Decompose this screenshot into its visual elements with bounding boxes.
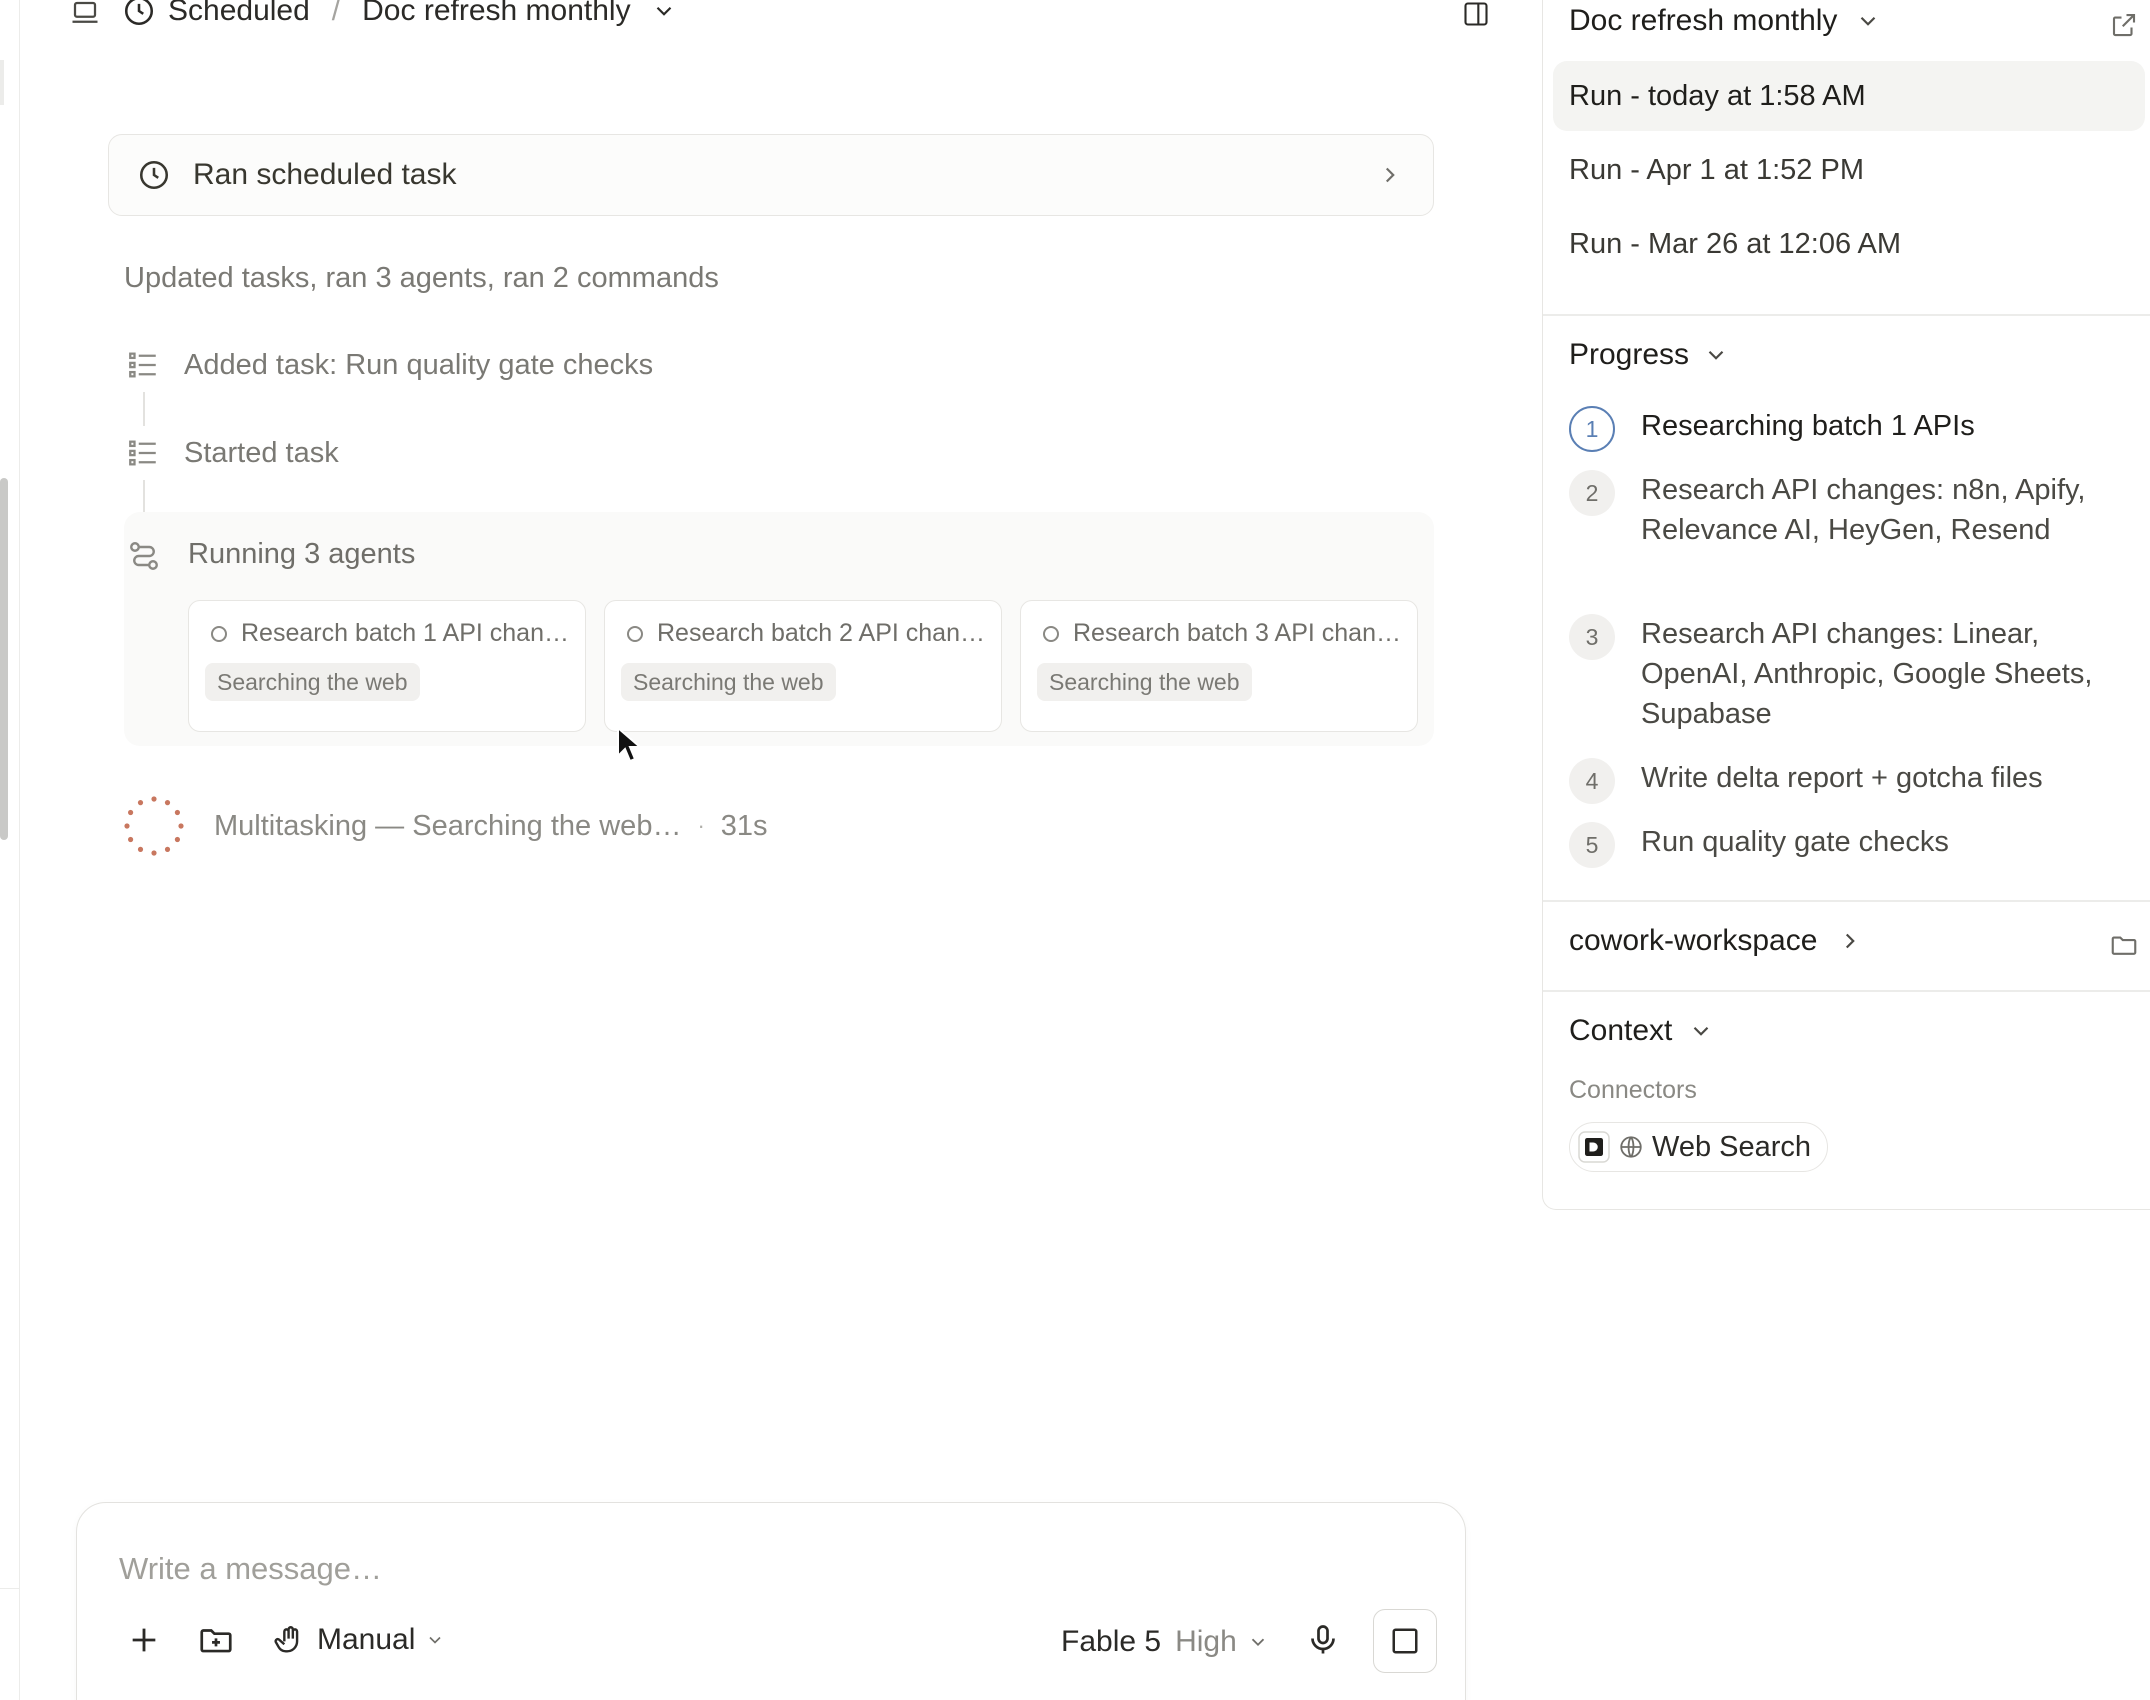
agent-title: Research batch 3 API changes — [1073, 619, 1403, 647]
folder-icon[interactable] — [2109, 930, 2139, 960]
status-circle-icon — [211, 626, 227, 642]
clock-icon — [122, 0, 156, 28]
chevron-down-icon — [1247, 1631, 1269, 1653]
ran-scheduled-task-card[interactable]: Ran scheduled task — [108, 134, 1434, 216]
model-name: Fable 5 — [1061, 1625, 1162, 1658]
conversation-area: Scheduled / Doc refresh monthly Ran sche… — [0, 0, 1520, 1700]
agents-title: Running 3 agents — [188, 538, 416, 570]
connector-web-search[interactable]: Web Search — [1569, 1122, 1829, 1172]
breadcrumb-scheduled[interactable]: Scheduled — [168, 0, 310, 28]
status-circle-icon — [627, 626, 643, 642]
task-side-panel: Doc refresh monthly Run - today at 1:58 … — [1542, 0, 2150, 1210]
divider — [1543, 900, 2150, 902]
step-text: Research API changes: n8n, Apify, Releva… — [1641, 474, 2086, 546]
status-circle-icon — [1043, 626, 1059, 642]
message-input[interactable]: Write a message… — [119, 1551, 382, 1587]
connector-name: Web Search — [1652, 1130, 1812, 1163]
panel-toggle-icon[interactable] — [1462, 0, 1490, 28]
microphone-icon[interactable] — [1305, 1621, 1341, 1659]
chevron-down-icon — [1855, 8, 1881, 34]
progress-title: Progress — [1569, 338, 1690, 371]
connector-app-icon — [1576, 1129, 1612, 1165]
agent-card-3[interactable]: Research batch 3 API changes Searching t… — [1020, 600, 1418, 732]
step-label: Started task — [184, 436, 339, 469]
breadcrumb: Scheduled / Doc refresh monthly — [122, 0, 677, 28]
chevron-down-icon — [425, 1630, 445, 1650]
agent-title: Research batch 1 API changes — [241, 619, 571, 647]
page-title[interactable]: Doc refresh monthly — [362, 0, 630, 28]
panel-title: Doc refresh monthly — [1569, 4, 1838, 37]
agents-icon — [126, 538, 162, 574]
timeline-connector — [143, 392, 145, 426]
connectors-label: Connectors — [1569, 1076, 1697, 1104]
chevron-right-icon — [1377, 162, 1403, 188]
multitasking-separator: · — [697, 813, 705, 838]
checklist-icon — [126, 348, 160, 382]
ran-scheduled-task-label: Ran scheduled task — [193, 158, 457, 191]
agent-card-2[interactable]: Research batch 2 API changes Searching t… — [604, 600, 1002, 732]
breadcrumb-separator: / — [331, 0, 341, 27]
step-text: Run quality gate checks — [1641, 826, 1949, 858]
step-number: 4 — [1569, 758, 1615, 804]
step-text: Write delta report + gotcha files — [1641, 762, 2043, 794]
spinner-icon — [124, 796, 184, 856]
effort-level: High — [1175, 1625, 1237, 1658]
header-bar: Scheduled / Doc refresh monthly — [0, 0, 1520, 40]
globe-icon — [1618, 1134, 1644, 1160]
step-text: Researching batch 1 APIs — [1641, 410, 1975, 442]
multitasking-text: Multitasking — Searching the web… — [214, 809, 682, 842]
progress-section-toggle[interactable]: Progress — [1569, 338, 1729, 372]
message-composer: Write a message… Manual Fable 5 High — [76, 1502, 1466, 1700]
chevron-right-icon — [1837, 928, 1863, 954]
activity-summary[interactable]: Updated tasks, ran 3 agents, ran 2 comma… — [124, 262, 719, 295]
chevron-down-icon — [1688, 1018, 1714, 1044]
chevron-down-icon[interactable] — [651, 0, 677, 24]
chevron-down-icon — [1703, 342, 1729, 368]
hand-icon — [273, 1623, 307, 1657]
run-item-1[interactable]: Run - today at 1:58 AM — [1553, 61, 2145, 131]
laptop-icon[interactable] — [70, 0, 100, 28]
agent-card-1[interactable]: Research batch 1 API changes Searching t… — [188, 600, 586, 732]
elapsed-time: 31s — [720, 809, 768, 842]
stop-button[interactable] — [1373, 1609, 1437, 1673]
context-section-toggle[interactable]: Context — [1569, 1014, 1714, 1048]
model-selector[interactable]: Fable 5 High — [1061, 1625, 1269, 1659]
step-text: Research API changes: Linear, OpenAI, An… — [1641, 618, 2093, 730]
divider — [1543, 314, 2150, 316]
multitasking-status: Multitasking — Searching the web… · 31s — [124, 796, 768, 856]
workspace-link[interactable]: cowork-workspace — [1569, 924, 1863, 958]
context-title: Context — [1569, 1014, 1673, 1047]
mouse-cursor-icon — [616, 726, 642, 764]
run-item-3[interactable]: Run - Mar 26 at 12:06 AM — [1553, 209, 2145, 279]
step-label: Added task: Run quality gate checks — [184, 348, 654, 381]
clock-icon — [137, 158, 171, 192]
agent-title: Research batch 2 API changes — [657, 619, 987, 647]
stop-square-icon — [1390, 1626, 1420, 1656]
workspace-name: cowork-workspace — [1569, 924, 1818, 957]
step-added-task: Added task: Run quality gate checks — [126, 348, 653, 382]
mode-label: Manual — [317, 1623, 416, 1656]
step-number: 1 — [1569, 406, 1615, 452]
panel-title-dropdown[interactable]: Doc refresh monthly — [1569, 4, 1881, 38]
agent-status-chip: Searching the web — [205, 663, 420, 701]
divider — [1543, 990, 2150, 992]
external-link-icon[interactable] — [2109, 10, 2139, 40]
step-number: 3 — [1569, 614, 1615, 660]
timeline-connector — [143, 480, 145, 512]
agent-status-chip: Searching the web — [1037, 663, 1252, 701]
run-item-2[interactable]: Run - Apr 1 at 1:52 PM — [1553, 135, 2145, 205]
add-folder-icon[interactable] — [197, 1621, 235, 1659]
plus-icon[interactable] — [127, 1623, 161, 1657]
step-number: 5 — [1569, 822, 1615, 868]
checklist-icon — [126, 436, 160, 470]
step-started-task: Started task — [126, 436, 339, 470]
step-number: 2 — [1569, 470, 1615, 516]
agent-status-chip: Searching the web — [621, 663, 836, 701]
mode-selector[interactable]: Manual — [273, 1623, 445, 1657]
